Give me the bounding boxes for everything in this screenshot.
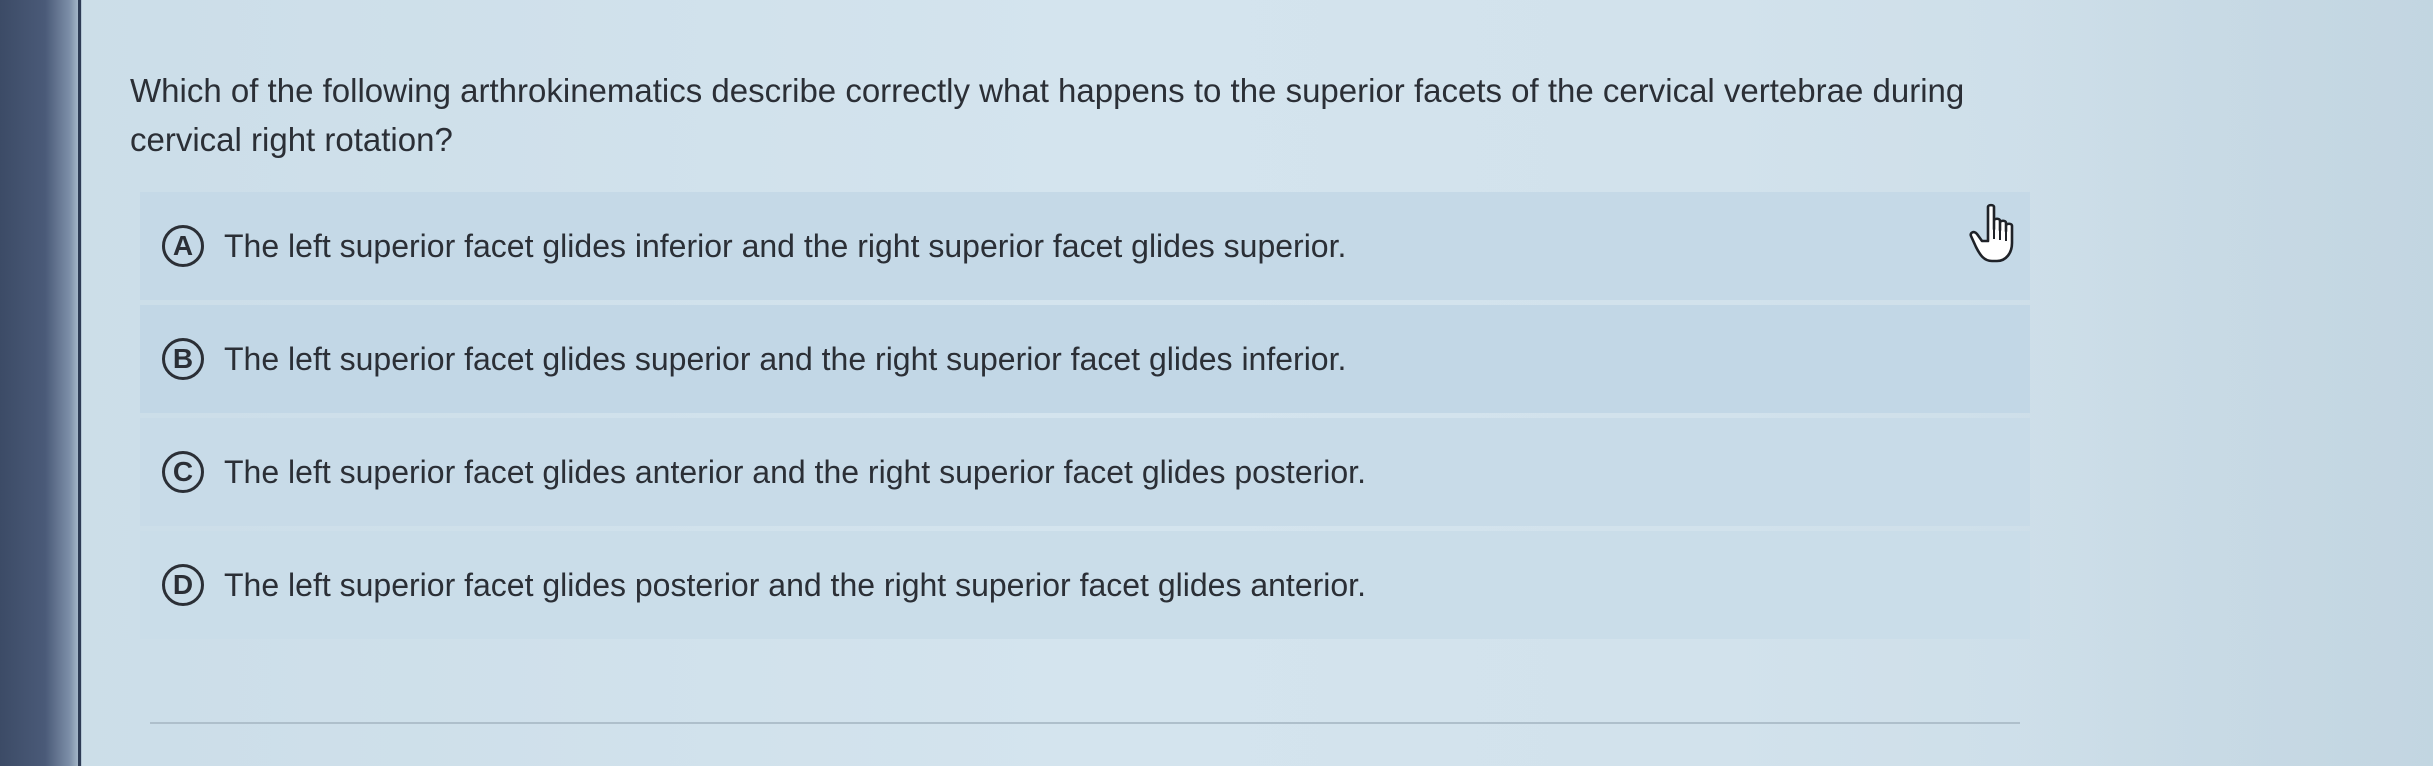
- answer-options: A The left superior facet glides inferio…: [140, 192, 2030, 644]
- option-c[interactable]: C The left superior facet glides anterio…: [140, 418, 2030, 526]
- left-edge-divider: [78, 0, 81, 766]
- option-b[interactable]: B The left superior facet glides superio…: [140, 305, 2030, 413]
- option-text: The left superior facet glides posterior…: [224, 566, 1366, 603]
- option-letter: B: [162, 338, 204, 380]
- option-text: The left superior facet glides superior …: [224, 340, 1347, 377]
- option-letter: D: [162, 564, 204, 606]
- option-letter: C: [162, 451, 204, 493]
- hand-pointer-icon: [1969, 203, 2014, 263]
- option-text: The left superior facet glides anterior …: [224, 453, 1366, 490]
- right-shade: [2013, 0, 2433, 766]
- option-a[interactable]: A The left superior facet glides inferio…: [140, 192, 2030, 300]
- option-d[interactable]: D The left superior facet glides posteri…: [140, 531, 2030, 639]
- option-letter: A: [162, 225, 204, 267]
- option-text: The left superior facet glides inferior …: [224, 227, 1347, 264]
- quiz-screen: Which of the following arthrokinematics …: [0, 0, 2433, 766]
- left-screen-edge: [0, 0, 82, 766]
- bottom-divider: [150, 722, 2020, 724]
- question-text: Which of the following arthrokinematics …: [130, 72, 1965, 158]
